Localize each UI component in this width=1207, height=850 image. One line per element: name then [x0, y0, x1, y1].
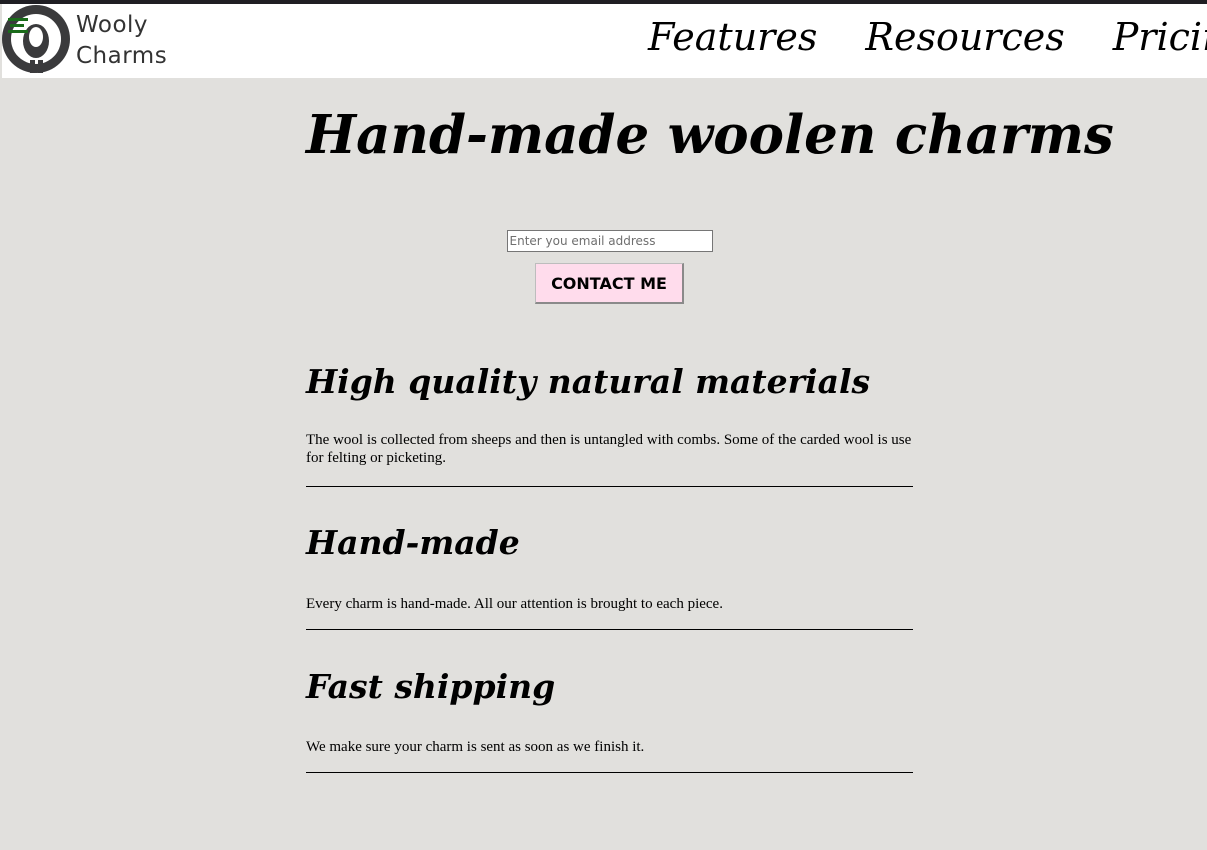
feature-text: We make sure your charm is sent as soon …: [306, 739, 645, 755]
main-nav: Features Resources Pricing: [648, 10, 1207, 64]
nav-link-resources[interactable]: Resources: [865, 10, 1064, 64]
feature-title: Fast shipping: [306, 667, 556, 706]
main-content: Hand-made woolen charms CONTACT ME High …: [306, 78, 1114, 773]
feature-text: The wool is collected from sheeps and th…: [306, 432, 912, 466]
sheep-logo-icon[interactable]: [2, 4, 74, 76]
brand-name[interactable]: Wooly Charms: [76, 10, 167, 72]
email-field[interactable]: [506, 230, 713, 252]
feature-hand-made: Hand-made Every charm is hand-made. All …: [306, 518, 913, 630]
nav-link-pricing[interactable]: Pricing: [1113, 10, 1207, 64]
contact-me-button[interactable]: CONTACT ME: [535, 263, 684, 304]
brand-line-1: Wooly: [76, 12, 149, 38]
page-title: Hand-made woolen charms: [306, 104, 1114, 166]
brand-line-2: Charms: [76, 43, 168, 69]
feature-text: Every charm is hand-made. All our attent…: [306, 596, 723, 612]
feature-materials: High quality natural materials The wool …: [306, 357, 913, 487]
contact-form: CONTACT ME: [306, 230, 913, 304]
header: Wooly Charms Features Resources Pricing: [2, 4, 1207, 78]
feature-title: Hand-made: [306, 523, 520, 562]
feature-shipping: Fast shipping We make sure your charm is…: [306, 662, 913, 773]
nav-link-features[interactable]: Features: [648, 10, 817, 64]
feature-title: High quality natural materials: [306, 362, 871, 401]
